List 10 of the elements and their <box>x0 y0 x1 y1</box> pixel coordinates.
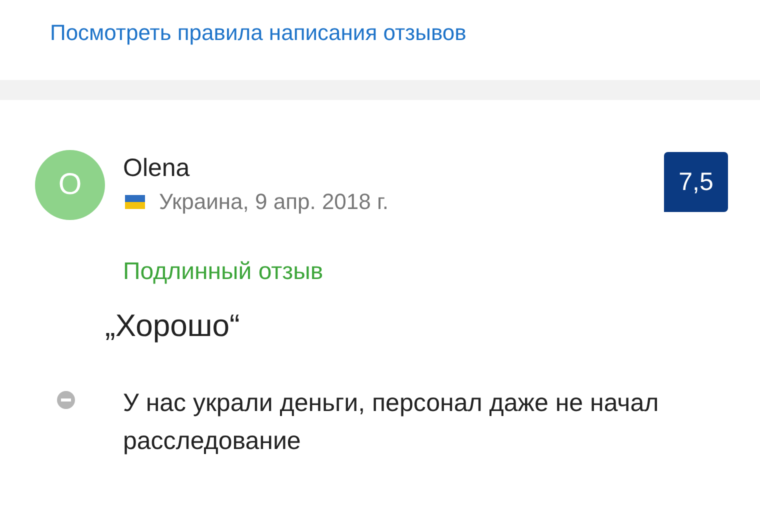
author-name: Olena <box>123 154 191 183</box>
country-date: Украина, 9 апр. 2018 г. <box>159 189 388 215</box>
verified-label: Подлинный отзыв <box>123 258 324 286</box>
score-badge: 7,5 <box>664 152 728 212</box>
guidelines-link[interactable]: Посмотреть правила написания отзывов <box>50 20 466 45</box>
review-title: „Хорошо“ <box>105 308 241 344</box>
flag-icon <box>125 195 145 209</box>
avatar: O <box>35 150 105 220</box>
minus-icon <box>57 391 75 409</box>
review-text: У нас украли деньги, персонал даже не начал расследование <box>123 388 660 457</box>
